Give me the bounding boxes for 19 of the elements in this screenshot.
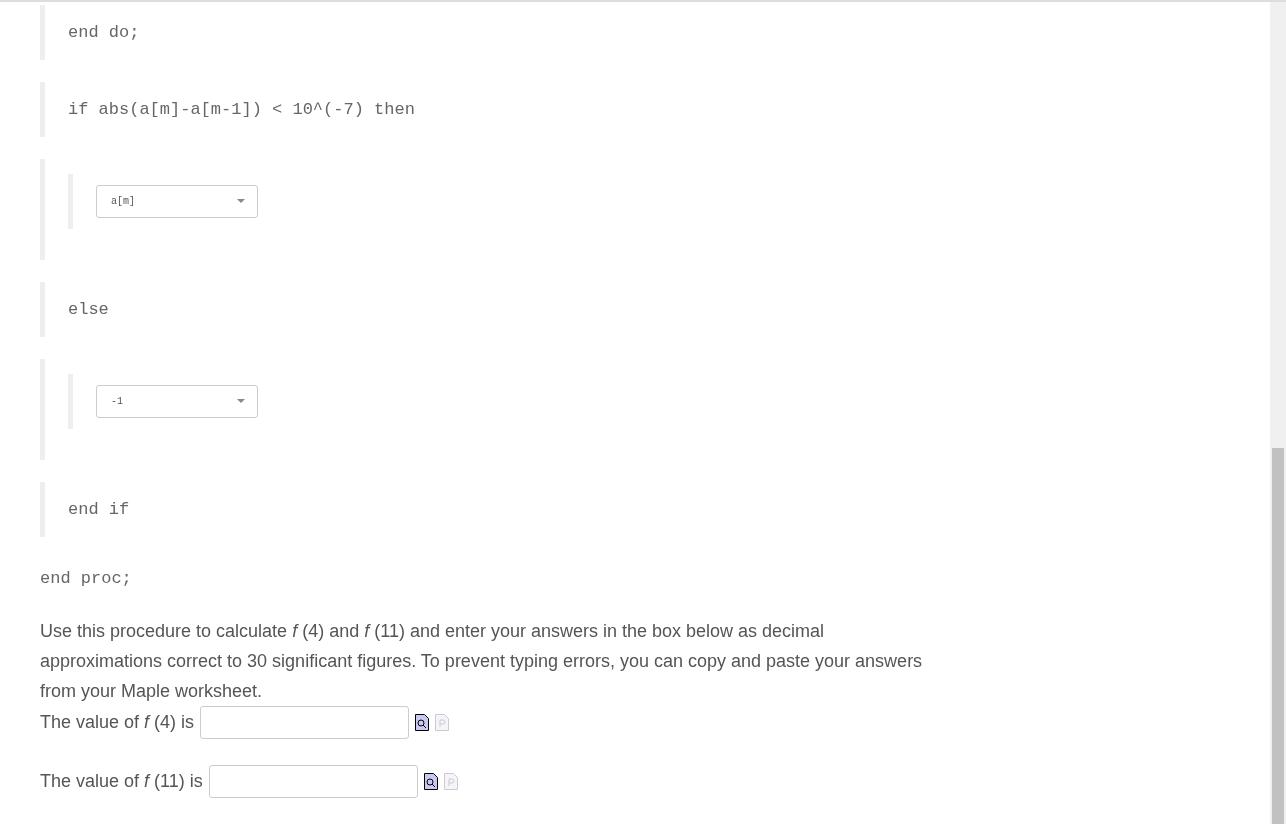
answer-label: The value of f (11) is [40, 770, 203, 792]
dropdown[interactable]: a[m] [96, 184, 258, 218]
preview-icon[interactable] [423, 772, 438, 790]
caret-icon [237, 399, 245, 404]
answer-field[interactable] [208, 764, 418, 798]
code-line: else [68, 299, 109, 319]
document-icon[interactable] [435, 713, 450, 731]
caret-icon [237, 199, 245, 204]
document-icon[interactable] [443, 772, 458, 790]
dropdown[interactable]: -1 [96, 384, 258, 418]
preview-icon[interactable] [415, 713, 430, 731]
answer-label: The value of f (4) is [40, 711, 195, 733]
scrollbar[interactable] [1270, 2, 1286, 824]
code-line: if abs(a[m]-a[m-1]) < 10^(-7) then [68, 99, 415, 119]
code-line: end if [68, 500, 130, 520]
instructions-text: Use this procedure to calculate f (4) and f (11) and enter your answers in the box below as decimal approximations correct to 30 significant figures. To prevent typing errors, you can copy and paste your answers from your Maple worksheet. [40, 619, 924, 703]
answer-field[interactable] [200, 705, 410, 739]
code-line: end do; [68, 22, 140, 42]
code-line: end proc; [40, 568, 132, 588]
